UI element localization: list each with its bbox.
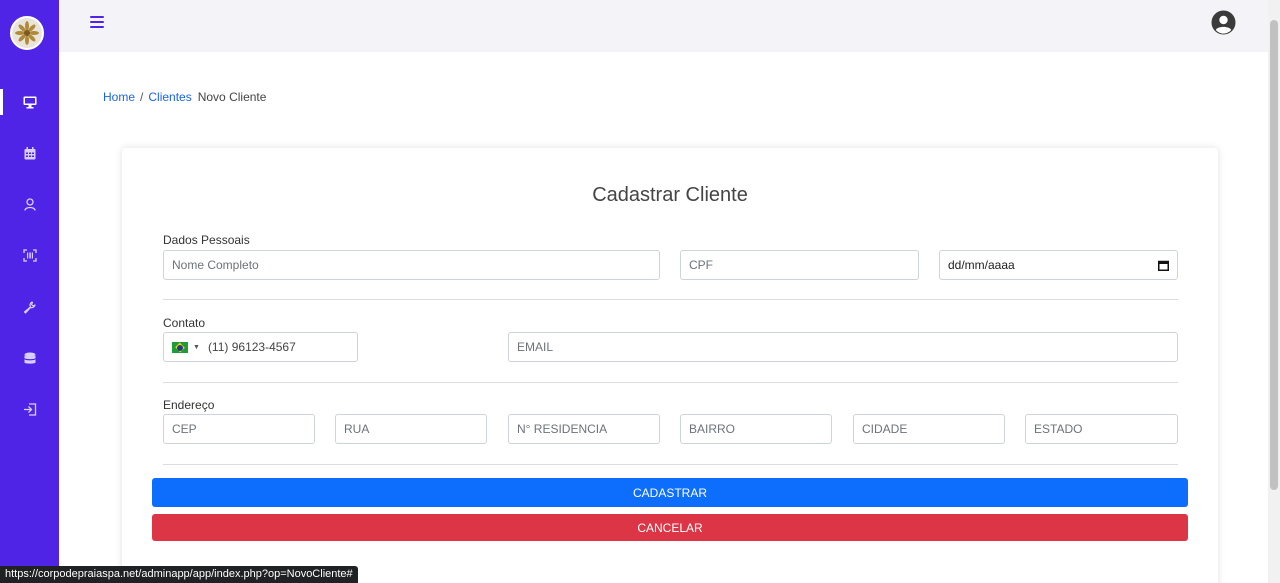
section-label-address: Endereço <box>163 398 215 412</box>
sidebar <box>0 0 59 583</box>
email-input[interactable] <box>508 332 1178 362</box>
sidebar-item-scan[interactable] <box>0 240 59 270</box>
neighborhood-input[interactable] <box>680 414 832 444</box>
page-scrollbar[interactable] <box>1268 0 1280 583</box>
cep-input[interactable] <box>163 414 315 444</box>
breadcrumb-separator: / <box>140 90 144 104</box>
sidebar-item-logout[interactable] <box>0 394 59 424</box>
calendar-icon <box>1158 260 1169 271</box>
user-icon <box>23 197 36 211</box>
sidebar-item-database[interactable] <box>0 343 59 373</box>
date-value: dd/mm/aaaa <box>948 258 1015 272</box>
account-icon[interactable] <box>1211 10 1236 35</box>
submit-button[interactable]: CADASTRAR <box>152 478 1188 507</box>
scrollbar-thumb[interactable] <box>1270 20 1278 490</box>
menu-toggle-icon[interactable] <box>90 16 104 28</box>
desktop-icon <box>23 96 36 108</box>
house-number-input[interactable] <box>508 414 660 444</box>
logo-icon[interactable] <box>10 16 44 50</box>
sidebar-item-calendar[interactable] <box>0 138 59 168</box>
breadcrumb-clientes-link[interactable]: Clientes <box>148 90 191 104</box>
section-label-contact: Contato <box>163 316 206 330</box>
section-divider <box>163 299 1178 300</box>
breadcrumb: Home / Clientes Novo Cliente <box>103 90 266 104</box>
calendar-icon <box>24 146 35 159</box>
form-title: Cadastrar Cliente <box>592 184 748 206</box>
sidebar-item-dashboard[interactable] <box>0 87 59 117</box>
breadcrumb-current: Novo Cliente <box>197 90 267 104</box>
phone-value: (11) 96123-4567 <box>207 340 296 354</box>
top-navbar <box>59 0 1268 52</box>
street-input[interactable] <box>335 414 487 444</box>
phone-input[interactable]: ▼ (11) 96123-4567 <box>163 332 358 362</box>
birth-date-input[interactable]: dd/mm/aaaa <box>939 250 1178 280</box>
scan-icon <box>22 248 37 262</box>
state-input[interactable] <box>1025 414 1178 444</box>
sidebar-item-tools[interactable] <box>0 292 59 322</box>
main-content: Home / Clientes Novo Cliente Cadastrar Clie… <box>59 52 1268 583</box>
section-divider <box>163 382 1178 383</box>
cancel-button[interactable]: CANCELAR <box>152 514 1188 541</box>
city-input[interactable] <box>853 414 1005 444</box>
section-label-personal: Dados Pessoais <box>163 233 250 247</box>
brazil-flag-icon[interactable] <box>172 341 188 353</box>
database-icon <box>24 352 35 364</box>
wrench-icon <box>23 300 36 314</box>
sidebar-item-clients[interactable] <box>0 189 59 219</box>
caret-down-icon[interactable]: ▼ <box>193 344 200 351</box>
register-client-card: Cadastrar Cliente Dados Pessoais dd/mm/a… <box>122 148 1218 583</box>
sign-out-icon <box>23 402 36 416</box>
full-name-input[interactable] <box>163 250 660 280</box>
cpf-input[interactable] <box>680 250 919 280</box>
breadcrumb-home-link[interactable]: Home <box>103 90 135 104</box>
section-divider <box>163 464 1178 465</box>
status-bar-url: https://corpodepraiaspa.net/adminapp/app… <box>0 566 358 583</box>
